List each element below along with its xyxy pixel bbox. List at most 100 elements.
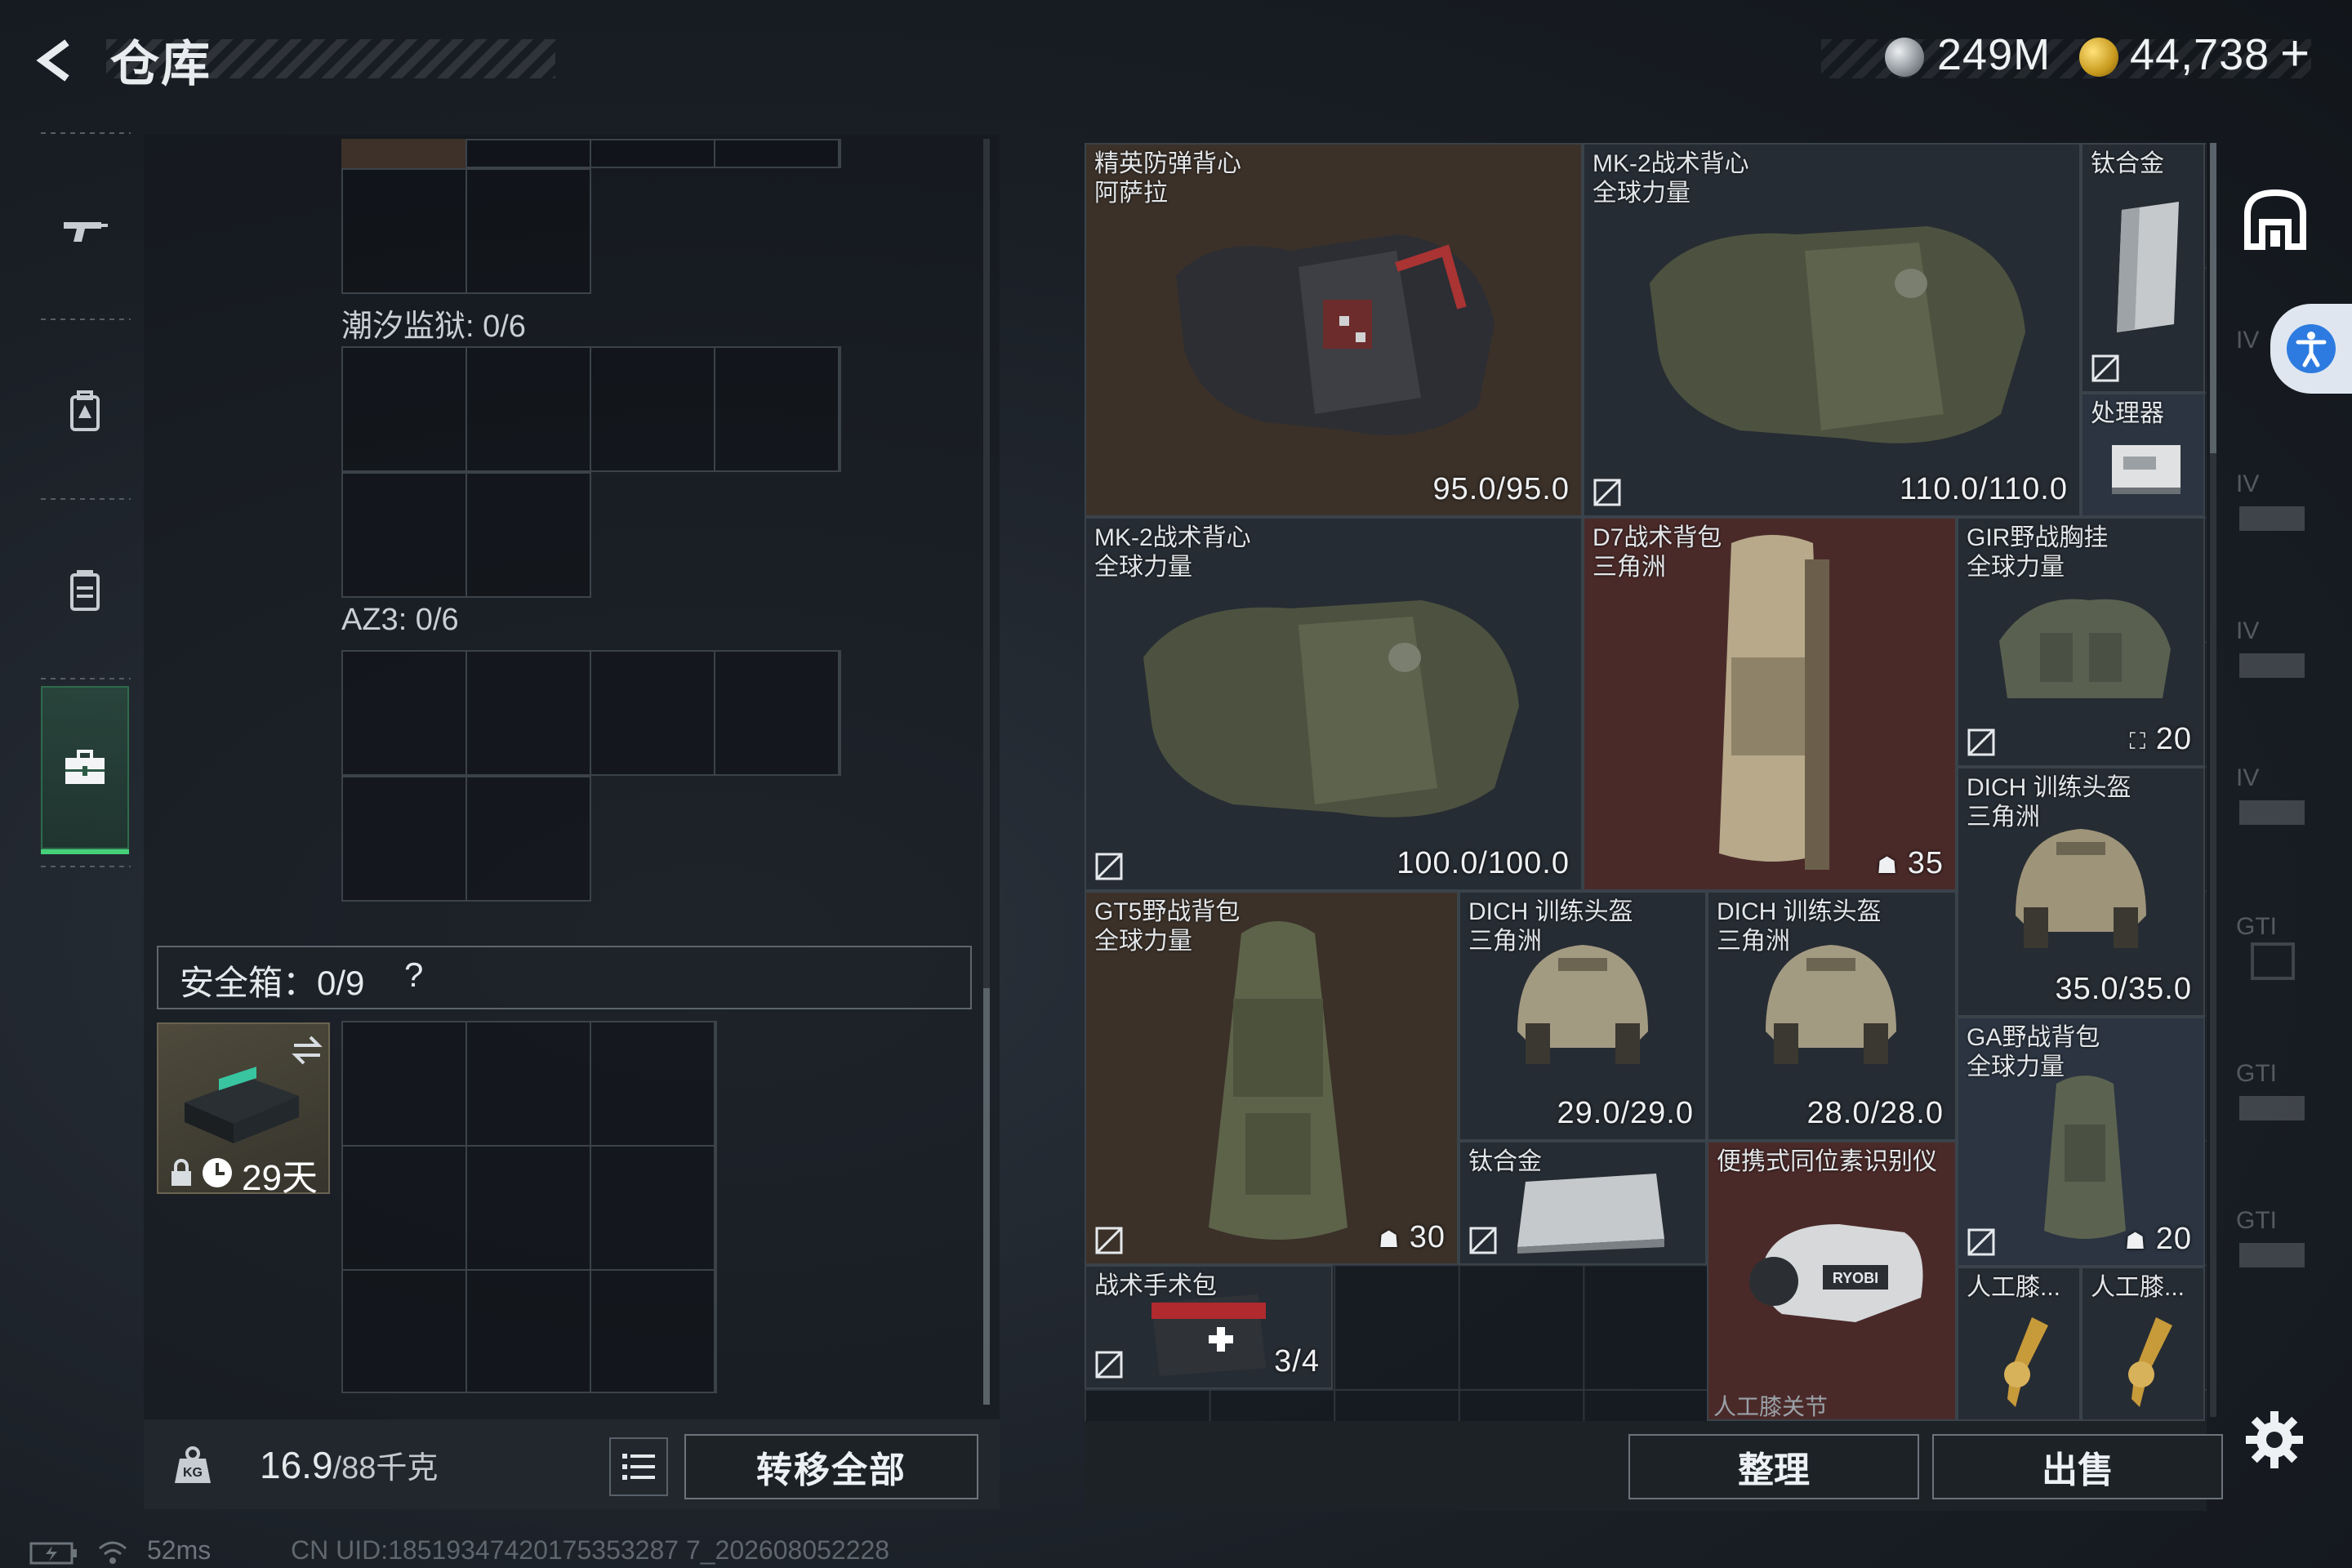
silver-currency-amount: 249M (1937, 30, 2051, 79)
right-column-tier-item[interactable]: IV (2236, 470, 2318, 552)
sort-button[interactable]: 整理 (1628, 1434, 1919, 1499)
ping-readout: 52ms (147, 1535, 212, 1565)
field-backpack-icon (2044, 1076, 2126, 1239)
item-name-peek: 人工膝关节 (1713, 1394, 1829, 1419)
container-grid[interactable] (341, 776, 591, 902)
container-grid-partial[interactable] (341, 168, 591, 294)
inventory-item[interactable]: GIR野战胸挂 全球力量 ⛶ 20 (1957, 517, 2205, 767)
user-uid: CN UID:18519347420175353287 7_2026080522… (291, 1535, 890, 1565)
inventory-grid[interactable]: 精英防弹背心 阿萨拉 95.0/95.0 MK-2战术背心 全球力量 110.0/1… (1085, 143, 2207, 1421)
safebox-timer: 29天 (242, 1158, 318, 1198)
right-column-tier-item[interactable]: GTI (2236, 1060, 2318, 1142)
clock-icon (203, 1158, 232, 1187)
no-trade-icon (1095, 853, 1123, 880)
tactical-vest-icon (1143, 600, 1519, 817)
armor-thumbnail-icon (2239, 800, 2305, 825)
inventory-item[interactable]: 处理器 (2081, 393, 2205, 517)
list-view-button[interactable] (609, 1437, 668, 1496)
nav-storage-selected[interactable] (41, 686, 129, 849)
item-capacity: ☗ 20 (2125, 1222, 2192, 1256)
medical-kit-icon (1152, 1294, 1266, 1376)
safebox-help-button[interactable]: ? (404, 956, 423, 995)
nav-divider (41, 132, 131, 134)
gear-icon[interactable] (2244, 1410, 2305, 1470)
nav-gear[interactable] (29, 508, 140, 671)
helmet-icon (1766, 945, 1896, 1064)
inventory-item[interactable]: 人工膝... (1957, 1267, 2081, 1421)
back-button[interactable] (23, 28, 88, 93)
right-column-tier-item[interactable]: GTI (2236, 1207, 2318, 1289)
tier-label: IV (2236, 617, 2260, 644)
inventory-item[interactable]: 精英防弹背心 阿萨拉 95.0/95.0 (1085, 143, 1583, 517)
battery-icon (29, 1542, 77, 1565)
chest-rig-icon (1999, 599, 2171, 698)
no-trade-icon (1967, 1228, 1995, 1256)
svg-text:RYOBI: RYOBI (1833, 1270, 1878, 1286)
tier-label: IV (2236, 327, 2260, 354)
no-trade-icon (1095, 1351, 1123, 1379)
swap-icon[interactable] (289, 1032, 325, 1068)
item-durability: 95.0/95.0 (1432, 472, 1570, 506)
add-currency-button[interactable]: + (2280, 24, 2310, 82)
container-grid[interactable] (341, 472, 591, 598)
item-capacity: ☗ 35 (1877, 846, 1944, 880)
no-trade-icon (1593, 479, 1621, 506)
inventory-item[interactable]: D7战术背包 三角洲 ☗ 35 (1583, 517, 1957, 891)
chevron-left-icon (36, 39, 69, 82)
processor-icon (2112, 445, 2180, 494)
warehouse-icon[interactable] (2243, 186, 2308, 252)
inventory-item[interactable]: GA野战背包 全球力量 ☗ 20 (1957, 1017, 2205, 1267)
tier-label: GTI (2236, 1060, 2277, 1087)
item-durability: 35.0/35.0 (2055, 972, 2192, 1006)
inventory-item[interactable]: 人工膝... (2081, 1267, 2205, 1421)
list-icon (622, 1454, 655, 1480)
item-name: 人工膝... (1967, 1274, 2061, 1301)
transfer-all-button[interactable]: 转移全部 (684, 1434, 978, 1499)
container-label: AZ3: 0/6 (341, 603, 459, 637)
inventory-item[interactable]: 战术手术包 3/4 (1085, 1265, 1333, 1389)
weight-current: 16.9 (260, 1444, 333, 1486)
safebox-case-icon (185, 1067, 299, 1143)
safebox-grid[interactable] (341, 1021, 717, 1393)
inventory-item[interactable]: DICH 训练头盔 三角洲 29.0/29.0 (1459, 891, 1707, 1141)
tactical-backpack-icon (1719, 535, 1829, 870)
isotope-detector-icon: RYOBI (1749, 1224, 1923, 1322)
svg-text:KG: KG (183, 1466, 203, 1480)
weight-icon: KG (175, 1446, 211, 1483)
right-column-tier-item[interactable]: IV (2236, 764, 2318, 846)
no-trade-icon (1967, 728, 1995, 756)
item-name: 钛合金 (2091, 150, 2164, 177)
lock-icon (172, 1159, 191, 1186)
inventory-item[interactable]: 钛合金 (2081, 143, 2205, 393)
container-item-peek[interactable] (341, 139, 466, 168)
right-column-tier-item[interactable]: IV (2236, 327, 2318, 408)
tier-label: GTI (2236, 913, 2277, 940)
inventory-item[interactable]: DICH 训练头盔 三角洲 35.0/35.0 (1957, 767, 2205, 1017)
nav-selected-indicator (41, 849, 129, 854)
capacity-icon: ☗ (2125, 1228, 2147, 1254)
inventory-item[interactable]: 便携式同位素识别仪 RYOBI (1707, 1141, 1957, 1421)
container-grid[interactable] (341, 346, 841, 472)
weight-readout: 16.9/88千克 (260, 1442, 438, 1487)
armor-thumbnail-icon (2239, 506, 2305, 531)
gun-icon (64, 222, 108, 242)
inventory-item[interactable]: MK-2战术背心 全球力量 110.0/110.0 (1583, 143, 2081, 517)
nav-armor[interactable] (29, 328, 140, 492)
armor-thumbnail-icon (2239, 1096, 2305, 1120)
nav-weapons[interactable] (29, 149, 140, 312)
right-column-tier-item[interactable]: IV (2236, 617, 2318, 699)
inventory-item[interactable]: 钛合金 (1459, 1141, 1707, 1265)
item-durability: 100.0/100.0 (1396, 846, 1570, 880)
backpack-icon (70, 390, 100, 431)
container-scrollbar-thumb[interactable] (983, 988, 990, 1405)
container-grid[interactable] (341, 650, 841, 776)
sell-button[interactable]: 出售 (1932, 1434, 2223, 1499)
right-column-tier-item[interactable]: GTI (2236, 913, 2318, 995)
nav-divider (41, 866, 131, 867)
inventory-item[interactable]: DICH 训练头盔 三角洲 28.0/28.0 (1707, 891, 1957, 1141)
field-backpack-icon (1209, 921, 1348, 1240)
inventory-item[interactable]: GT5野战背包 全球力量 ☗ 30 (1085, 891, 1459, 1265)
helmet-icon (1517, 945, 1648, 1064)
artificial-knee-icon (2128, 1317, 2172, 1407)
inventory-item[interactable]: MK-2战术背心 全球力量 100.0/100.0 (1085, 517, 1583, 891)
